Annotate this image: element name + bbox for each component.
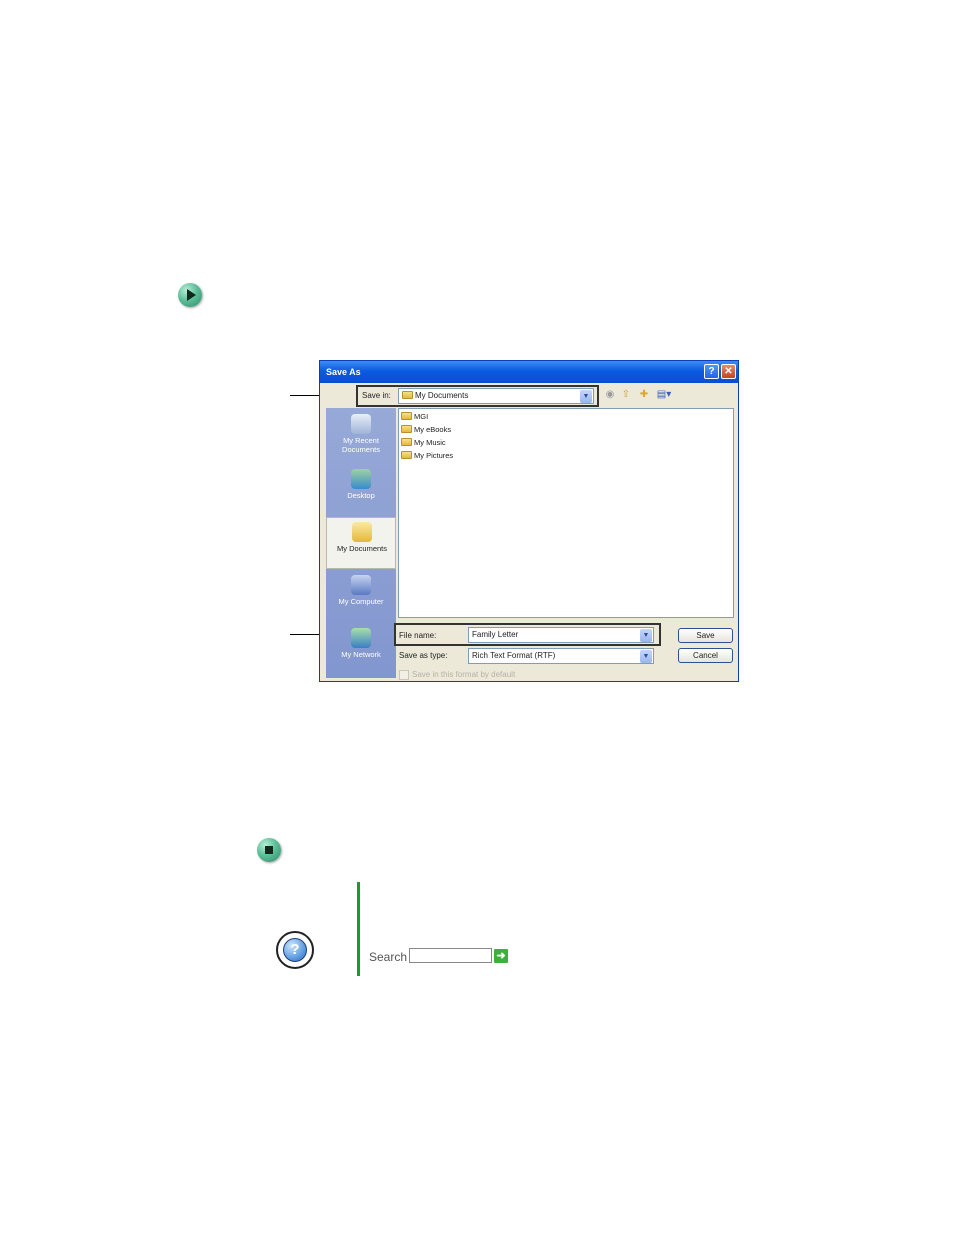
save-in-label: Save in: [362,391,391,400]
go-arrow-icon[interactable]: ➜ [494,949,508,963]
save-as-type-value: Rich Text Format (RTF) [472,651,556,660]
chevron-down-icon[interactable]: ▼ [640,629,652,642]
help-icon: ? [276,931,314,969]
dialog-title: Save As [326,367,361,377]
place-desktop[interactable]: Desktop [326,465,396,517]
save-in-value: My Documents [415,391,469,400]
folder-icon [401,412,412,420]
up-folder-icon[interactable]: ⇧ [620,389,632,401]
chevron-down-icon[interactable]: ▼ [580,390,592,403]
cancel-button[interactable]: Cancel [678,648,733,663]
save-as-type-dropdown[interactable]: Rich Text Format (RTF) ▼ [468,648,654,664]
recent-documents-icon [351,414,371,434]
chevron-down-icon[interactable]: ▼ [640,650,652,663]
place-my-computer[interactable]: My Computer [326,571,396,623]
file-list[interactable]: MGI My eBooks My Music My Pictures [398,408,734,618]
default-format-checkbox[interactable] [399,670,409,680]
desktop-icon [351,469,371,489]
my-network-icon [351,628,371,648]
list-item[interactable]: My Music [401,437,446,449]
folder-icon [401,451,412,459]
file-name-label: File name: [399,631,437,640]
views-menu-icon[interactable]: ▤▾ [655,389,673,401]
place-my-documents[interactable]: My Documents [326,517,396,569]
folder-icon [401,425,412,433]
list-item[interactable]: My Pictures [401,450,453,462]
my-documents-icon [352,522,372,542]
folder-icon [401,438,412,446]
save-button[interactable]: Save [678,628,733,643]
arrow-bullet-icon [178,283,202,307]
help-button[interactable]: ? [704,364,719,379]
stop-bullet-icon [257,838,281,862]
title-bar: Save As ? ✕ [320,361,738,383]
question-mark-icon: ? [283,938,307,962]
default-format-label: Save in this format by default [412,670,516,679]
new-folder-icon[interactable]: ✚ [638,389,650,401]
place-my-network[interactable]: My Network [326,624,396,676]
my-computer-icon [351,575,371,595]
sidebar-divider [357,882,360,976]
places-bar: My Recent Documents Desktop My Documents… [326,408,396,678]
search-label: Search [369,950,408,964]
my-documents-folder-icon [402,391,413,399]
save-as-type-label: Save as type: [399,651,448,660]
search-input[interactable] [409,948,492,963]
save-in-dropdown[interactable]: My Documents ▼ [398,388,594,404]
place-my-recent-documents[interactable]: My Recent Documents [326,410,396,462]
list-item[interactable]: MGI [401,411,428,423]
save-as-dialog: Save As ? ✕ Save in: My Documents ▼ ◉ ⇧ … [319,360,739,682]
list-item[interactable]: My eBooks [401,424,451,436]
file-name-value: Family Letter [472,630,519,639]
file-name-input[interactable]: Family Letter ▼ [468,627,654,643]
close-button[interactable]: ✕ [721,364,736,379]
back-icon[interactable]: ◉ [604,389,616,401]
